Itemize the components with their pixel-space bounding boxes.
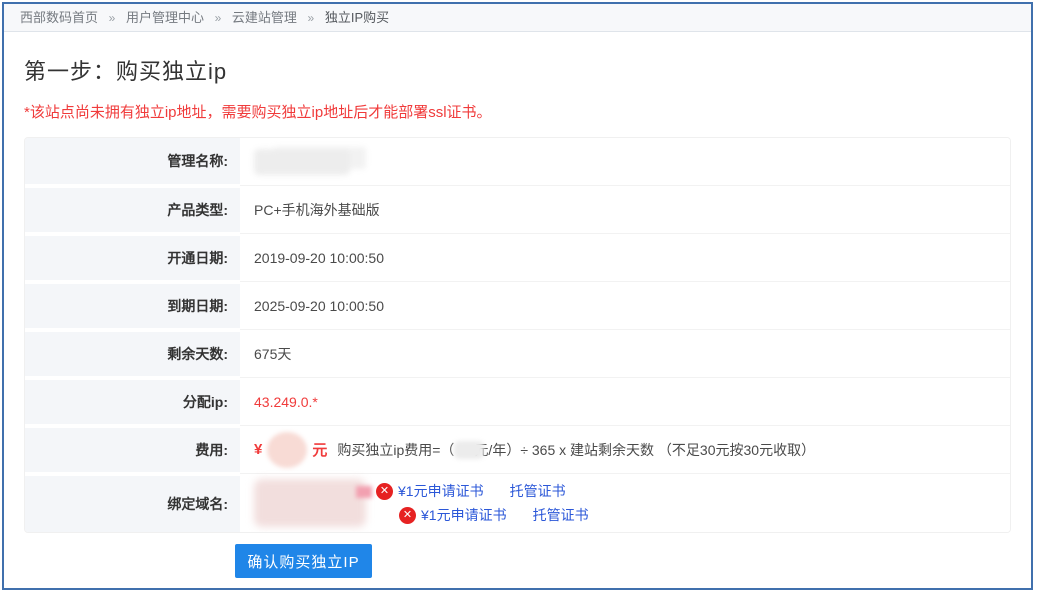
redacted-manage-name bbox=[254, 149, 350, 175]
redacted-fee-yearly bbox=[454, 441, 484, 459]
host-cert-link[interactable]: 托管证书 bbox=[533, 505, 589, 525]
row-value-remaining-days: 675天 bbox=[240, 330, 1010, 378]
confirm-purchase-ip-button[interactable]: 确认购买独立IP bbox=[235, 544, 372, 578]
fee-formula-suffix: 元/年）÷ 365 x 建站剩余天数 （不足30元按30元收取） bbox=[474, 440, 815, 460]
page-frame: 西部数码首页 » 用户管理中心 » 云建站管理 » 独立IP购买 第一步：购买独… bbox=[2, 2, 1033, 590]
breadcrumb-home[interactable]: 西部数码首页 bbox=[20, 10, 98, 25]
row-label: 分配ip: bbox=[25, 378, 240, 426]
row-value-manage-name bbox=[240, 138, 1010, 186]
fee-currency-symbol: ¥ bbox=[254, 441, 262, 458]
fee-unit: 元 bbox=[312, 439, 327, 460]
breadcrumb-current-page: 独立IP购买 bbox=[325, 10, 389, 25]
row-value-bound-domains: ✕ ¥1元申请证书 托管证书 ✕ ¥1元申请证书 托管证书 bbox=[240, 474, 1010, 532]
table-row-expire-date: 到期日期: 2025-09-20 10:00:50 bbox=[25, 282, 1010, 330]
table-row-manage-name: 管理名称: bbox=[25, 138, 1010, 186]
row-label: 绑定域名: bbox=[25, 474, 240, 532]
row-label: 到期日期: bbox=[25, 282, 240, 330]
row-label: 开通日期: bbox=[25, 234, 240, 282]
warning-text: *该站点尚未拥有独立ip地址，需要购买独立ip地址后才能部署ssl证书。 bbox=[24, 101, 1011, 122]
table-row-remaining-days: 剩余天数: 675天 bbox=[25, 330, 1010, 378]
table-row-fee: 费用: ¥ 元 购买独立ip费用=（ 元/年）÷ 365 x 建站剩余天数 （不… bbox=[25, 426, 1010, 474]
row-label: 管理名称: bbox=[25, 138, 240, 186]
table-row-bound-domains: 绑定域名: ✕ ¥1元申请证书 托管证书 ✕ bbox=[25, 474, 1010, 532]
table-row-open-date: 开通日期: 2019-09-20 10:00:50 bbox=[25, 234, 1010, 282]
breadcrumb-separator: » bbox=[308, 11, 315, 25]
table-row-product-type: 产品类型: PC+手机海外基础版 bbox=[25, 186, 1010, 234]
redacted-domain-blur bbox=[254, 479, 366, 527]
apply-cert-link[interactable]: ¥1元申请证书 bbox=[398, 481, 484, 501]
row-value-open-date: 2019-09-20 10:00:50 bbox=[240, 234, 1010, 282]
breadcrumb-site-manage[interactable]: 云建站管理 bbox=[232, 10, 297, 25]
no-cert-status-icon: ✕ bbox=[376, 483, 393, 500]
row-value-fee: ¥ 元 购买独立ip费用=（ 元/年）÷ 365 x 建站剩余天数 （不足30元… bbox=[240, 426, 1010, 474]
row-value-expire-date: 2025-09-20 10:00:50 bbox=[240, 282, 1010, 330]
row-label: 产品类型: bbox=[25, 186, 240, 234]
redacted-fee-amount bbox=[267, 432, 307, 468]
page-title: 第一步：购买独立ip bbox=[24, 54, 1011, 86]
breadcrumb-user-center[interactable]: 用户管理中心 bbox=[126, 10, 204, 25]
no-cert-status-icon: ✕ bbox=[399, 507, 416, 524]
breadcrumb: 西部数码首页 » 用户管理中心 » 云建站管理 » 独立IP购买 bbox=[4, 4, 1031, 32]
row-value-assigned-ip: 43.249.0.* bbox=[240, 378, 1010, 426]
domain-cert-line: ✕ ¥1元申请证书 托管证书 bbox=[376, 481, 589, 501]
table-row-assigned-ip: 分配ip: 43.249.0.* bbox=[25, 378, 1010, 426]
site-info-table: 管理名称: 产品类型: PC+手机海外基础版 开通日期: 2019-09-20 … bbox=[24, 137, 1011, 533]
host-cert-link[interactable]: 托管证书 bbox=[510, 481, 566, 501]
redacted-domain-notch bbox=[356, 486, 372, 498]
apply-cert-link[interactable]: ¥1元申请证书 bbox=[421, 505, 507, 525]
breadcrumb-separator: » bbox=[109, 11, 116, 25]
row-label: 费用: bbox=[25, 426, 240, 474]
domain-cert-line: ✕ ¥1元申请证书 托管证书 bbox=[399, 505, 589, 525]
redacted-domain-names bbox=[254, 478, 370, 528]
row-value-product-type: PC+手机海外基础版 bbox=[240, 186, 1010, 234]
breadcrumb-separator: » bbox=[215, 11, 222, 25]
row-label: 剩余天数: bbox=[25, 330, 240, 378]
fee-formula-prefix: 购买独立ip费用=（ bbox=[337, 440, 454, 460]
